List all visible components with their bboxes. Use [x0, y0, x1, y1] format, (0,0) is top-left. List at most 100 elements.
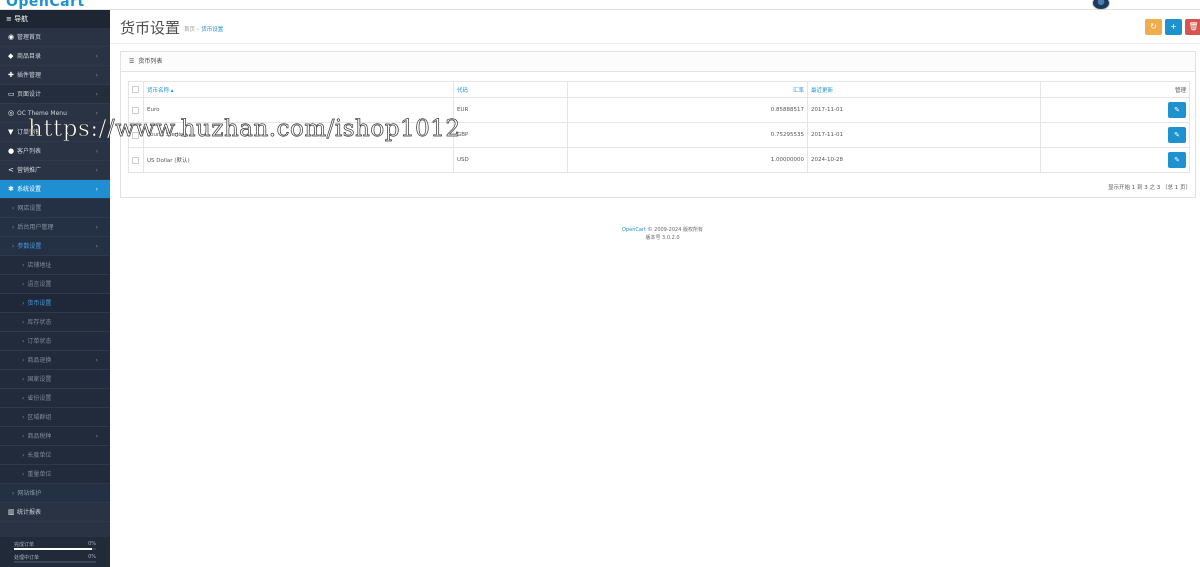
row-checkbox[interactable]	[132, 156, 139, 164]
add-currency-button[interactable]: +	[1165, 19, 1182, 35]
menu-label: 后台用户管理	[17, 224, 54, 231]
column-header-code[interactable]: 代码	[453, 81, 568, 98]
watermark: https://www.huzhan.com/ishop1012	[28, 116, 461, 143]
menu-label: 插件管理	[17, 72, 42, 79]
currency-code: EUR	[453, 97, 568, 123]
bar-chart-icon: ▥	[8, 508, 15, 516]
currency-code: USD	[453, 147, 568, 173]
app-logo[interactable]: OpenCart	[6, 0, 85, 10]
user-icon: ●	[8, 147, 15, 155]
select-all-cell	[128, 81, 144, 98]
submenu-marker-icon: ›	[22, 414, 25, 421]
menu-label: 货币设置	[27, 300, 52, 307]
sidebar-item-6[interactable]: ● 客户列表 ›	[0, 142, 110, 161]
breadcrumb-current[interactable]: 货币设置	[201, 27, 223, 33]
submenu-marker-icon: ›	[22, 433, 25, 440]
menu-label: 重量单位	[27, 471, 52, 478]
row-checkbox[interactable]	[132, 106, 139, 114]
menu-label: 区域群组	[27, 414, 52, 421]
pencil-icon: ✎	[1174, 156, 1180, 164]
menu-label: 长度单位	[27, 452, 52, 459]
sidebar-item-1[interactable]: ◆ 商品目录 ›	[0, 47, 110, 66]
sidebar-param-item-2[interactable]: › 货币设置	[0, 294, 110, 313]
currency-updated: 2024-10-28	[807, 147, 1041, 173]
sidebar-param-item-0[interactable]: › 店铺地址	[0, 256, 110, 275]
circle-icon: ◎	[8, 109, 15, 117]
chevron-right-icon: ›	[95, 224, 98, 231]
sidebar-item-7[interactable]: < 营销推广 ›	[0, 161, 110, 180]
list-icon: ☰	[129, 58, 135, 65]
submenu-marker-icon: ›	[12, 243, 15, 250]
sidebar-param-item-6[interactable]: › 国家设置	[0, 370, 110, 389]
submenu-marker-icon: ›	[22, 281, 25, 288]
sidebar-param-item-1[interactable]: › 语言设置	[0, 275, 110, 294]
chevron-right-icon: ›	[95, 91, 98, 98]
sidebar-param-item-5[interactable]: › 商品退换 ›	[0, 351, 110, 370]
currency-rate: 0.75295535	[567, 122, 808, 148]
monitor-icon: ▭	[8, 90, 15, 98]
panel-title: 货币列表	[138, 58, 163, 65]
sidebar-param-item-7[interactable]: › 省份设置	[0, 389, 110, 408]
footer-copyright: © 2009-2024 版权所有	[645, 227, 703, 233]
stat-row: 完成订单 0%	[14, 541, 96, 554]
sidebar-param-item-10[interactable]: › 长度单位	[0, 446, 110, 465]
submenu-marker-icon: ›	[22, 452, 25, 459]
panel-heading: ☰ 货币列表	[121, 52, 1195, 72]
row-select-cell	[128, 147, 144, 173]
row-action-cell: ✎	[1040, 147, 1190, 173]
table-row: US Dollar (默认) USD 1.00000000 2024-10-28 ✎	[128, 147, 1190, 173]
table-header-row: 货币名称 ▴ 代码 汇率 最近更新 管理	[128, 81, 1190, 98]
sidebar-subitem-1[interactable]: › 后台用户管理 ›	[0, 218, 110, 237]
footer-opencart-link[interactable]: OpenCart	[622, 227, 646, 233]
chevron-right-icon: ›	[95, 243, 98, 250]
edit-currency-button[interactable]: ✎	[1168, 152, 1186, 168]
menu-label: 页面设计	[17, 91, 42, 98]
refresh-currency-button[interactable]: ↻	[1145, 19, 1162, 35]
menu-label: 国家设置	[27, 376, 52, 383]
sidebar-item-8[interactable]: ✱ 系统设置 ›	[0, 180, 110, 199]
delete-currency-button[interactable]: 🗑	[1185, 19, 1200, 35]
edit-currency-button[interactable]: ✎	[1168, 102, 1186, 118]
column-header-action: 管理	[1040, 81, 1190, 98]
sidebar-param-item-8[interactable]: › 区域群组	[0, 408, 110, 427]
sidebar-item-2[interactable]: ✚ 插件管理 ›	[0, 66, 110, 85]
sidebar-subitem-0[interactable]: › 网店设置	[0, 199, 110, 218]
menu-label: 店铺地址	[27, 262, 52, 269]
menu-label: 营销推广	[17, 167, 42, 174]
user-avatar[interactable]	[1092, 0, 1110, 10]
currency-name: US Dollar (默认)	[143, 147, 454, 173]
cog-icon: ✱	[8, 185, 14, 193]
menu-label: 管理首页	[17, 34, 42, 41]
currency-rate: 1.00000000	[567, 147, 808, 173]
menu-label: 网店设置	[17, 205, 42, 212]
page-title: 货币设置	[120, 19, 181, 37]
nav-header[interactable]: ≡ 导航	[0, 10, 110, 28]
currency-updated: 2017-11-01	[807, 122, 1041, 148]
currency-rate: 0.85888517	[567, 97, 808, 123]
pencil-icon: ✎	[1174, 106, 1180, 114]
sidebar-param-item-11[interactable]: › 重量单位	[0, 465, 110, 484]
sidebar-item-3[interactable]: ▭ 页面设计 ›	[0, 85, 110, 104]
breadcrumb-home[interactable]: 首页	[184, 27, 195, 33]
sidebar-subitem-2[interactable]: › 参数设置 ›	[0, 237, 110, 256]
sidebar-item-0[interactable]: ◉ 管理首页	[0, 28, 110, 47]
chevron-right-icon: ›	[95, 167, 98, 174]
sidebar-param-item-3[interactable]: › 库存状态	[0, 313, 110, 332]
sidebar-param-item-4[interactable]: › 订单状态	[0, 332, 110, 351]
select-all-checkbox[interactable]	[132, 86, 139, 93]
puzzle-icon: ✚	[8, 71, 14, 79]
edit-currency-button[interactable]: ✎	[1168, 127, 1186, 143]
menu-label: 语言设置	[27, 281, 52, 288]
column-header-rate[interactable]: 汇率	[567, 81, 808, 98]
chevron-right-icon: ›	[95, 53, 98, 60]
sidebar-param-item-9[interactable]: › 商品税种 ›	[0, 427, 110, 446]
chevron-right-icon: ›	[95, 433, 98, 440]
sidebar-item-maintenance[interactable]: › 网站维护	[0, 484, 110, 503]
page-header: 货币设置 首页 › 货币设置	[110, 10, 1200, 44]
column-header-updated[interactable]: 最近更新	[807, 81, 1041, 98]
sidebar-item-reports[interactable]: ▥ 统计报表	[0, 503, 110, 522]
column-header-name[interactable]: 货币名称 ▴	[143, 81, 454, 98]
submenu-marker-icon: ›	[22, 338, 25, 345]
chevron-right-icon: ›	[95, 186, 98, 193]
submenu-marker-icon: ›	[22, 376, 25, 383]
